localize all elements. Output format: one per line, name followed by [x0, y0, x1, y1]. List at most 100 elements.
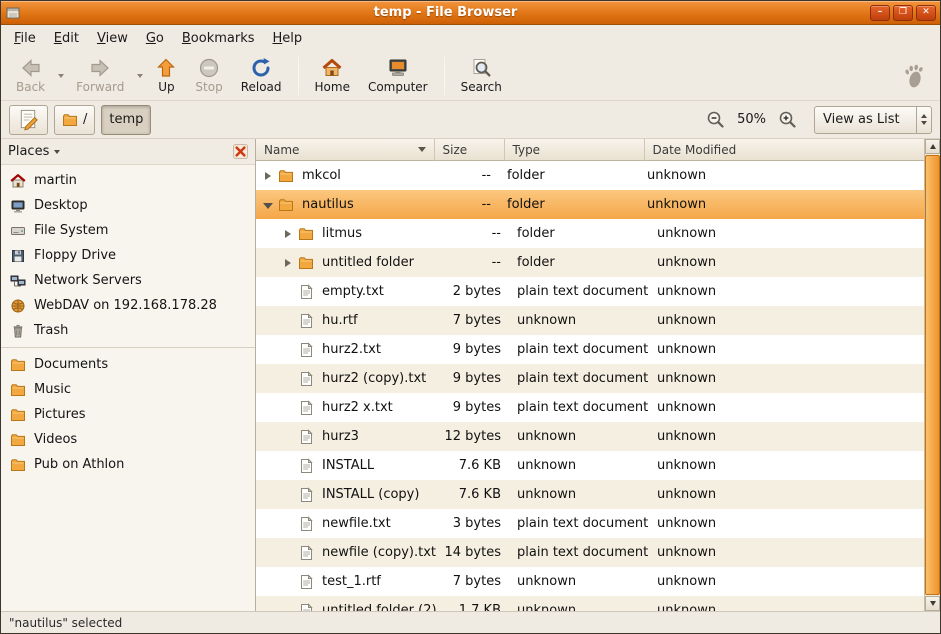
- table-row[interactable]: nautilus--folderunknown: [256, 190, 924, 219]
- view-mode-select[interactable]: View as List: [814, 106, 932, 134]
- path-current-button[interactable]: temp: [101, 105, 151, 135]
- file-size: 1.7 KB: [439, 603, 509, 611]
- table-row[interactable]: INSTALL (copy)7.6 KBunknownunknown: [256, 480, 924, 509]
- sidebar-item-pub-on-athlon[interactable]: Pub on Athlon: [1, 452, 255, 477]
- column-header-type[interactable]: Type: [505, 139, 645, 161]
- sidebar-item-desktop[interactable]: Desktop: [1, 193, 255, 218]
- search-button[interactable]: Search: [452, 55, 511, 96]
- file-name: nautilus: [302, 197, 354, 212]
- zoom-in-button[interactable]: [775, 107, 800, 132]
- sidebar-item-file-system[interactable]: File System: [1, 218, 255, 243]
- file-name-cell: hurz2 (copy).txt: [256, 371, 439, 387]
- sidebar-item-pictures[interactable]: Pictures: [1, 402, 255, 427]
- file-type: folder: [509, 255, 649, 270]
- table-row[interactable]: mkcol--folderunknown: [256, 161, 924, 190]
- maximize-button[interactable]: ❐: [893, 5, 913, 21]
- menu-help[interactable]: Help: [264, 27, 312, 50]
- file-name-cell: INSTALL (copy): [256, 487, 439, 503]
- scroll-up-button[interactable]: [925, 139, 940, 154]
- expander-icon[interactable]: [262, 199, 274, 211]
- table-row[interactable]: hurz2 (copy).txt9 bytesplain text docume…: [256, 364, 924, 393]
- column-header-date-modified[interactable]: Date Modified: [645, 139, 925, 161]
- table-row[interactable]: test_1.rtf7 bytesunknownunknown: [256, 567, 924, 596]
- sidebar-item-floppy-drive[interactable]: Floppy Drive: [1, 243, 255, 268]
- file-type: plain text document: [509, 342, 649, 357]
- menu-go[interactable]: Go: [137, 27, 173, 50]
- computer-icon: [387, 57, 409, 79]
- text-file-icon: [298, 545, 315, 561]
- up-button[interactable]: Up: [146, 55, 186, 96]
- expander-icon[interactable]: [282, 257, 294, 269]
- dropdown-arrow-icon[interactable]: [133, 57, 146, 95]
- file-type: plain text document: [509, 516, 649, 531]
- sidebar-item-trash[interactable]: Trash: [1, 318, 255, 343]
- table-row[interactable]: litmus--folderunknown: [256, 219, 924, 248]
- table-row[interactable]: empty.txt2 bytesplain text documentunkno…: [256, 277, 924, 306]
- table-row[interactable]: newfile (copy).txt14 bytesplain text doc…: [256, 538, 924, 567]
- sidebar-item-music[interactable]: Music: [1, 377, 255, 402]
- forward-button[interactable]: Forward: [67, 55, 133, 96]
- view-mode-stepper-icon[interactable]: [916, 107, 931, 133]
- expander-icon[interactable]: [262, 170, 274, 182]
- zoom-out-button[interactable]: [703, 107, 728, 132]
- close-button[interactable]: ✕: [916, 5, 936, 21]
- vertical-scrollbar[interactable]: [924, 139, 940, 611]
- table-row[interactable]: hu.rtf7 bytesunknownunknown: [256, 306, 924, 335]
- reload-button[interactable]: Reload: [232, 55, 291, 96]
- menu-bookmarks[interactable]: Bookmarks: [173, 27, 264, 50]
- table-row[interactable]: untitled folder--folderunknown: [256, 248, 924, 277]
- minimize-button[interactable]: –: [870, 5, 890, 21]
- filesystem-icon: [10, 223, 26, 239]
- table-row[interactable]: hurz2.txt9 bytesplain text documentunkno…: [256, 335, 924, 364]
- menu-edit[interactable]: Edit: [45, 27, 88, 50]
- sidebar-item-videos[interactable]: Videos: [1, 427, 255, 452]
- titlebar[interactable]: temp - File Browser – ❐ ✕: [1, 1, 940, 25]
- file-name-cell: untitled folder (2): [256, 603, 439, 612]
- file-size: 12 bytes: [439, 429, 509, 444]
- file-type: plain text document: [509, 400, 649, 415]
- dropdown-arrow-icon[interactable]: [54, 57, 67, 95]
- edit-location-button[interactable]: [9, 105, 48, 135]
- folder-icon: [10, 407, 26, 423]
- back-button[interactable]: Back: [7, 55, 54, 96]
- table-row[interactable]: hurz312 bytesunknownunknown: [256, 422, 924, 451]
- scroll-down-button[interactable]: [925, 596, 940, 611]
- toolbar-separator: [298, 57, 299, 95]
- file-modified: unknown: [649, 458, 924, 473]
- forward-arrow-icon: [89, 57, 111, 79]
- sidebar-item-network-servers[interactable]: Network Servers: [1, 268, 255, 293]
- close-sidebar-button[interactable]: [233, 144, 248, 159]
- home-button[interactable]: Home: [306, 55, 359, 96]
- sidebar-item-label: WebDAV on 192.168.178.28: [34, 298, 217, 313]
- places-dropdown-icon[interactable]: [54, 150, 60, 154]
- sidebar-item-webdav-on-192-168-178-28[interactable]: WebDAV on 192.168.178.28: [1, 293, 255, 318]
- sidebar-item-martin[interactable]: martin: [1, 168, 255, 193]
- path-root-button[interactable]: /: [54, 105, 95, 135]
- column-header-size[interactable]: Size: [435, 139, 505, 161]
- table-row[interactable]: newfile.txt3 bytesplain text documentunk…: [256, 509, 924, 538]
- file-modified: unknown: [649, 400, 924, 415]
- file-type: unknown: [509, 313, 649, 328]
- file-type: unknown: [509, 429, 649, 444]
- text-file-icon: [298, 313, 315, 329]
- scrollbar-thumb[interactable]: [925, 155, 940, 595]
- reload-icon: [250, 57, 272, 79]
- table-row[interactable]: INSTALL7.6 KBunknownunknown: [256, 451, 924, 480]
- toolbar-separator: [444, 57, 445, 95]
- table-row[interactable]: untitled folder (2)1.7 KBunknownunknown: [256, 596, 924, 611]
- text-file-icon: [298, 487, 315, 503]
- expander-icon[interactable]: [282, 228, 294, 240]
- file-type: folder: [509, 226, 649, 241]
- file-name-cell: untitled folder: [256, 255, 439, 271]
- file-type: unknown: [509, 458, 649, 473]
- menu-view[interactable]: View: [88, 27, 137, 50]
- stop-button[interactable]: Stop: [186, 55, 231, 96]
- column-header-name[interactable]: Name: [256, 139, 435, 161]
- menu-file[interactable]: File: [5, 27, 45, 50]
- places-sidebar: Places martinDesktopFile SystemFloppy Dr…: [1, 139, 256, 611]
- toolbar-button-label: Up: [158, 80, 174, 94]
- table-row[interactable]: hurz2 x.txt9 bytesplain text documentunk…: [256, 393, 924, 422]
- computer-button[interactable]: Computer: [359, 55, 437, 96]
- expander-spacer: [282, 460, 294, 472]
- sidebar-item-documents[interactable]: Documents: [1, 352, 255, 377]
